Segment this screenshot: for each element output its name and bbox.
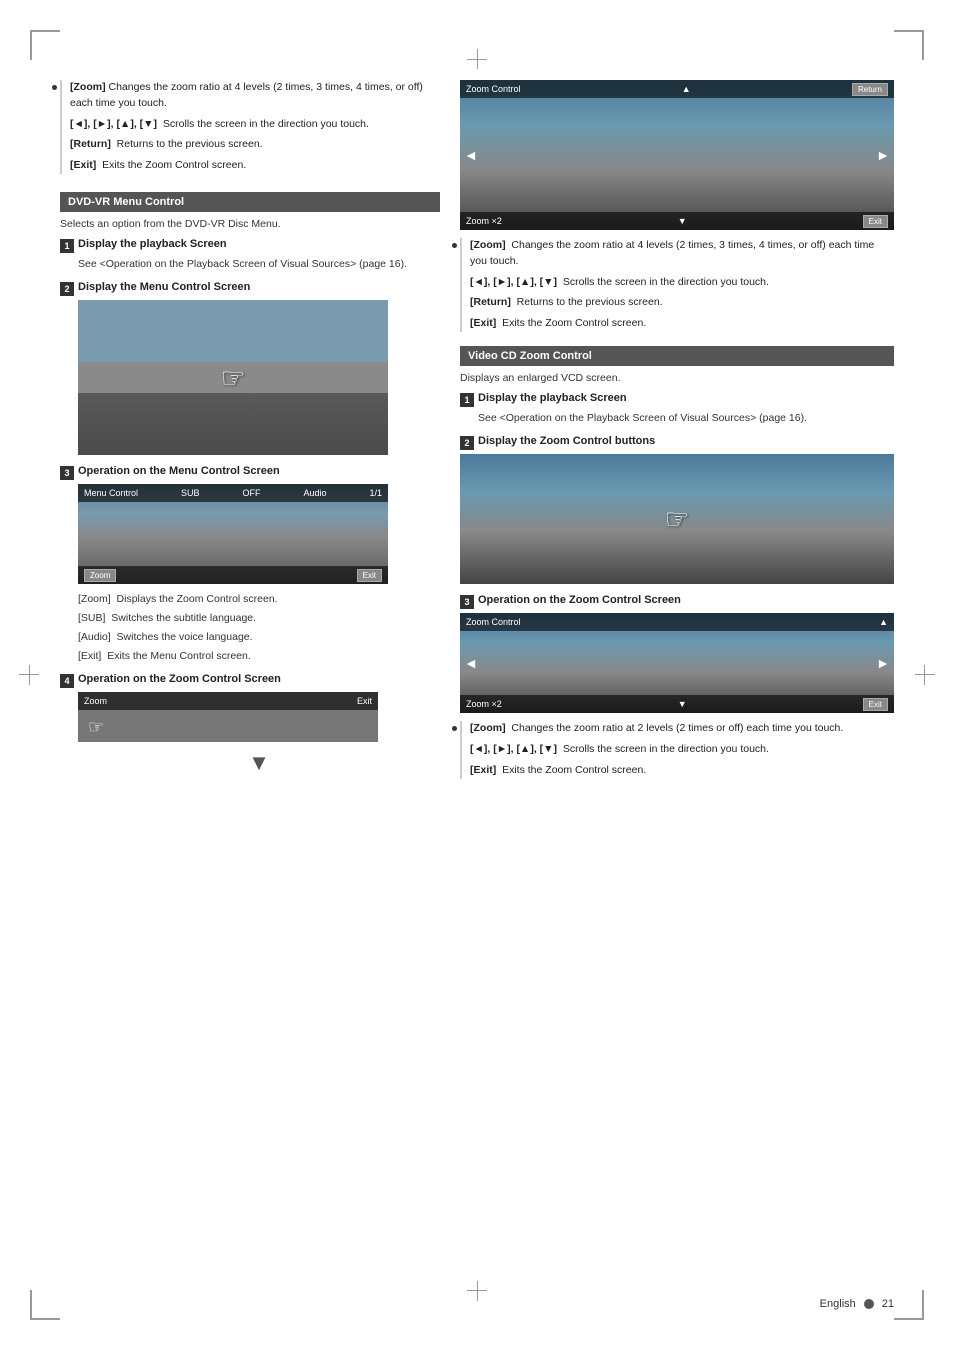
- bullet-right-top: [452, 243, 457, 248]
- vcd-step-3-botbar: Zoom ×2 ▼ Exit: [460, 695, 894, 713]
- down-arrow-indicator: ▼: [78, 750, 440, 776]
- exit-desc-1: [Exit] Exits the Zoom Control screen.: [70, 158, 440, 174]
- r-arrows-desc: [◄], [►], [▲], [▼] Scrolls the screen in…: [470, 275, 894, 291]
- vcd-section-desc: Displays an enlarged VCD screen.: [460, 372, 894, 384]
- vcd-step-2-title: 2 Display the Zoom Control buttons: [460, 435, 894, 450]
- bullet-left-top: [52, 85, 57, 90]
- bullet-vcd-3: [452, 726, 457, 731]
- corner-mark-bl: [30, 1290, 60, 1320]
- r-zoom-desc: [Zoom] Changes the zoom ratio at 4 level…: [470, 238, 894, 270]
- vcd-zoom-desc: [Zoom] Changes the zoom ratio at 2 level…: [470, 721, 894, 737]
- hand-cursor-vcd2: ☞: [664, 503, 689, 536]
- step-3-desc-sub: [SUB] Switches the subtitle language.: [78, 611, 440, 626]
- vcd-arrows-desc: [◄], [►], [▲], [▼] Scrolls the screen in…: [470, 742, 894, 758]
- dvdvr-section-desc: Selects an option from the DVD-VR Disc M…: [60, 218, 440, 230]
- page-content: [Zoom] Changes the zoom ratio at 4 level…: [60, 80, 894, 1290]
- vcd-step-3-title: 3 Operation on the Zoom Control Screen: [460, 594, 894, 609]
- step-3-screen-botbar: Zoom Exit: [78, 566, 388, 584]
- corner-mark-tr: [894, 30, 924, 60]
- right-top-bar: Zoom Control ▲ Return: [460, 80, 894, 98]
- zoom-desc-1: [Zoom] Changes the zoom ratio at 4 level…: [70, 80, 440, 112]
- return-desc-1: [Return] Returns to the previous screen.: [70, 137, 440, 153]
- hand-cursor-2: ☞: [220, 361, 245, 394]
- right-bot-bar: Zoom ×2 ▼ Exit: [460, 212, 894, 230]
- vcd-step-1: 1 Display the playback Screen See <Opera…: [460, 392, 894, 426]
- vcd-step-1-content: See <Operation on the Playback Screen of…: [478, 411, 894, 426]
- crosshair-right-v: [924, 665, 925, 685]
- arrows-desc-1: [◄], [►], [▲], [▼] Scrolls the screen in…: [70, 117, 440, 133]
- vcd-section-header: Video CD Zoom Control: [460, 346, 894, 366]
- dvdvr-section-header: DVD-VR Menu Control: [60, 192, 440, 212]
- step-3-desc-exit: [Exit] Exits the Menu Control screen.: [78, 649, 440, 664]
- step-3: 3 Operation on the Menu Control Screen M…: [60, 465, 440, 663]
- crosshair-left-v: [29, 665, 30, 685]
- vcd-step-3-screen: Zoom Control ▲ ◄ ► Zoom ×2 ▼ Exit: [460, 613, 894, 713]
- footer-circle: [864, 1299, 874, 1309]
- right-top-screen: Zoom Control ▲ Return ◄ ► Zoom ×2 ▼ Exit: [460, 80, 894, 230]
- step-2-screen: ☞: [78, 300, 388, 455]
- step-1: 1 Display the playback Screen See <Opera…: [60, 238, 440, 272]
- r-return-desc: [Return] Returns to the previous screen.: [470, 295, 894, 311]
- vcd-step-1-title: 1 Display the playback Screen: [460, 392, 894, 407]
- vcd-right-arrow: ►: [876, 655, 890, 671]
- page-footer: English 21: [820, 1298, 894, 1310]
- step-1-content: See <Operation on the Playback Screen of…: [78, 257, 440, 272]
- step-4: 4 Operation on the Zoom Control Screen Z…: [60, 673, 440, 776]
- corner-mark-tl: [30, 30, 60, 60]
- crosshair-top-v: [477, 49, 478, 69]
- r-exit-desc: [Exit] Exits the Zoom Control screen.: [470, 316, 894, 332]
- step-3-screen-topbar: Menu Control SUB OFF Audio 1/1: [78, 484, 388, 502]
- vcd-exit-desc: [Exit] Exits the Zoom Control screen.: [470, 763, 894, 779]
- step-3-title: 3 Operation on the Menu Control Screen: [60, 465, 440, 480]
- vcd-step-3-topbar: Zoom Control ▲: [460, 613, 894, 631]
- vcd-step-3-desc: [Zoom] Changes the zoom ratio at 2 level…: [460, 721, 894, 778]
- step-2: 2 Display the Menu Control Screen ☞: [60, 281, 440, 455]
- step-4-screen: Zoom Exit ☞: [78, 692, 378, 742]
- step-3-screen: Menu Control SUB OFF Audio 1/1 Zoom Exit: [78, 484, 388, 584]
- vcd-left-arrow: ◄: [464, 655, 478, 671]
- right-top-desc: [Zoom] Changes the zoom ratio at 4 level…: [460, 238, 894, 332]
- vcd-step-3: 3 Operation on the Zoom Control Screen Z…: [460, 594, 894, 778]
- step-3-desc-audio: [Audio] Switches the voice language.: [78, 630, 440, 645]
- corner-mark-br: [894, 1290, 924, 1320]
- step-2-title: 2 Display the Menu Control Screen: [60, 281, 440, 296]
- step-1-title: 1 Display the playback Screen: [60, 238, 440, 253]
- vcd-step-2: 2 Display the Zoom Control buttons ☞: [460, 435, 894, 584]
- step-3-desc-zoom: [Zoom] Displays the Zoom Control screen.: [78, 592, 440, 607]
- left-top-desc: [Zoom] Changes the zoom ratio at 4 level…: [60, 80, 440, 174]
- left-column: [Zoom] Changes the zoom ratio at 4 level…: [60, 80, 440, 1290]
- right-column: Zoom Control ▲ Return ◄ ► Zoom ×2 ▼ Exit…: [460, 80, 894, 1290]
- left-arrow-1: ◄: [464, 147, 478, 163]
- crosshair-right-h: [915, 674, 935, 675]
- vcd-step-2-screen: ☞: [460, 454, 894, 584]
- right-arrow-1: ►: [876, 147, 890, 163]
- step-4-title: 4 Operation on the Zoom Control Screen: [60, 673, 440, 688]
